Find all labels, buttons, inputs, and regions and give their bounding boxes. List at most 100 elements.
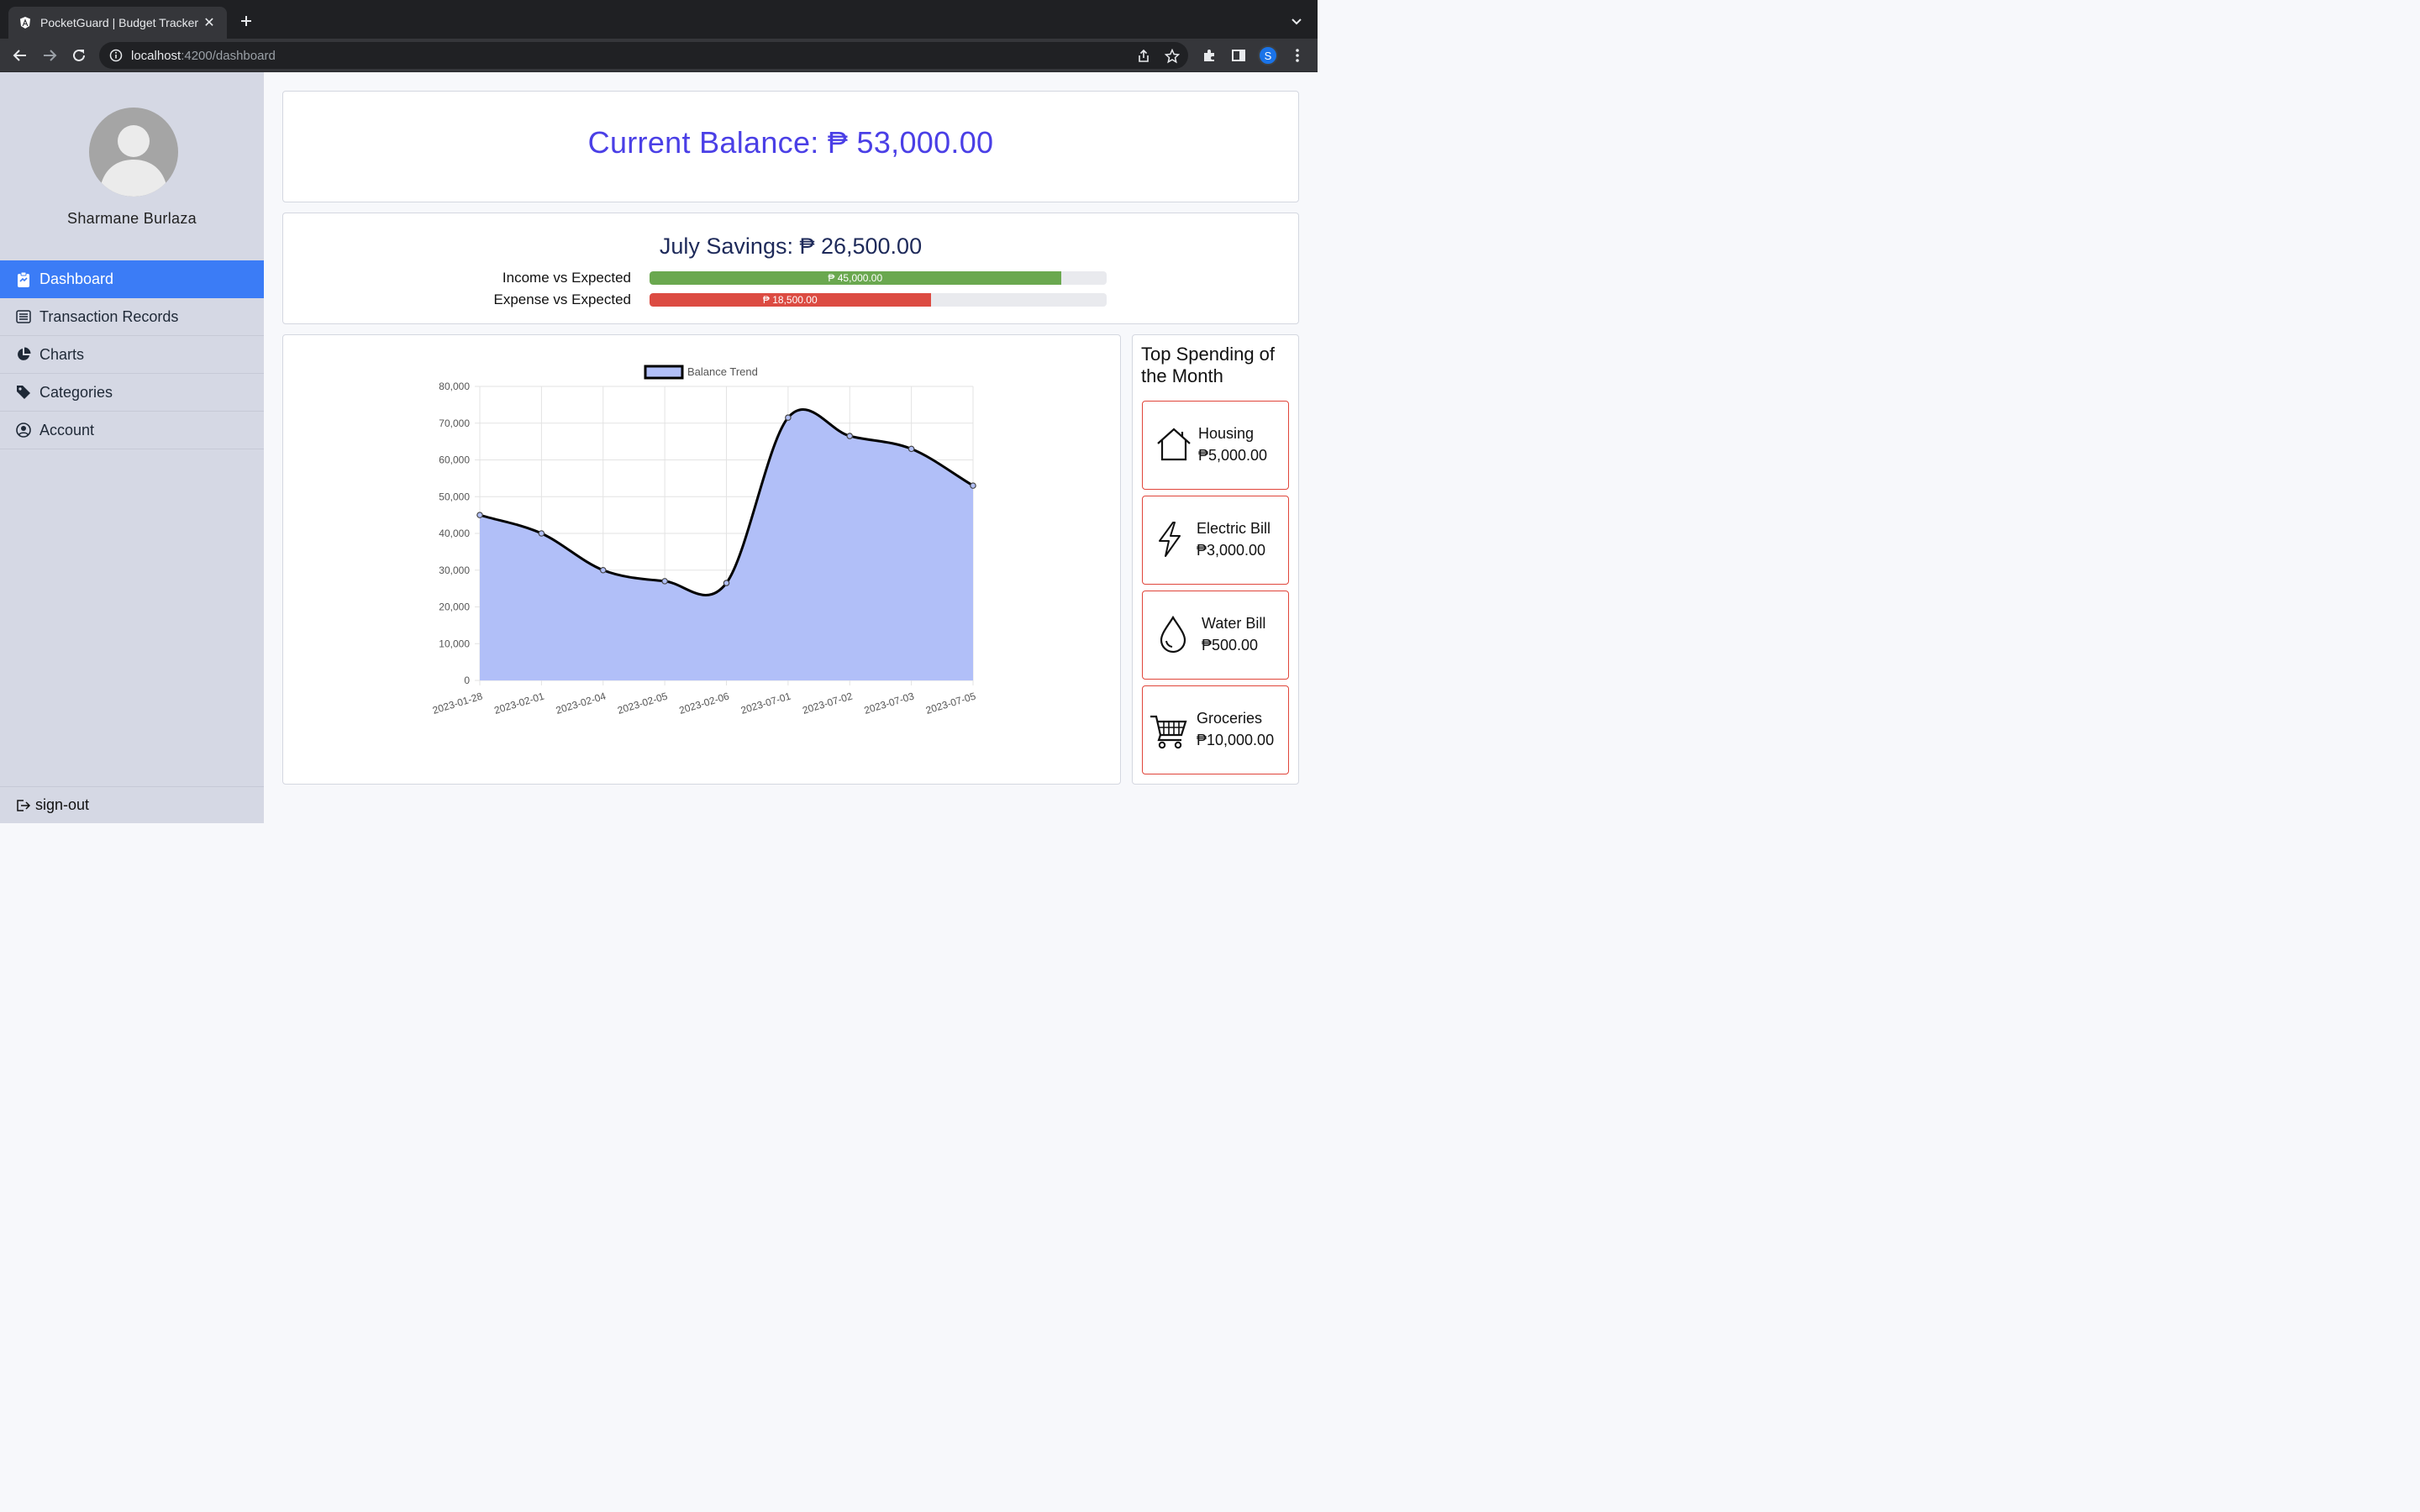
user-avatar-icon (89, 108, 178, 197)
spending-item-groceries[interactable]: Groceries ₱10,000.00 (1142, 685, 1289, 774)
y-tick-label: 70,000 (439, 417, 470, 429)
site-info-icon[interactable] (109, 49, 123, 62)
current-balance: Current Balance: ₱ 53,000.00 (587, 125, 994, 160)
income-progress-fill: ₱ 45,000.00 (650, 271, 1061, 285)
spending-item-housing[interactable]: Housing ₱5,000.00 (1142, 401, 1289, 490)
x-tick-label: 2023-07-02 (801, 690, 854, 716)
balance-trend-chart-card: 0 10,000 20,000 30,000 40,000 50,000 60,000 70,… (282, 334, 1121, 785)
pie-chart-icon (15, 346, 32, 363)
spending-amount: ₱10,000.00 (1197, 732, 1275, 748)
forward-icon[interactable] (39, 45, 60, 66)
sidebar-item-label: Categories (39, 383, 113, 401)
spending-amount: ₱500.00 (1202, 637, 1259, 654)
new-tab-icon[interactable] (237, 12, 255, 30)
x-tick-label: 2023-02-06 (678, 690, 731, 716)
expense-progress-fill: ₱ 18,500.00 (650, 293, 931, 307)
y-tick-label: 80,000 (439, 381, 470, 392)
bookmark-star-icon[interactable] (1164, 48, 1181, 64)
expense-label: Expense vs Expected (493, 291, 631, 307)
data-point[interactable] (599, 566, 607, 574)
house-icon (1155, 425, 1193, 464)
spending-name: Water Bill (1202, 615, 1266, 632)
current-balance-card: Current Balance: ₱ 53,000.00 (282, 91, 1299, 202)
sidebar-item-categories[interactable]: Categories (0, 374, 264, 412)
sidebar-item-label: Dashboard (39, 270, 114, 287)
x-tick-label: 2023-02-05 (616, 690, 669, 716)
income-progress-bar: ₱ 45,000.00 (650, 271, 1107, 285)
y-tick-label: 50,000 (439, 491, 470, 502)
sign-out-icon (15, 797, 32, 814)
spending-name: Electric Bill (1197, 520, 1271, 537)
shopping-cart-icon (1150, 713, 1188, 752)
sidebar-item-label: Account (39, 421, 95, 438)
data-point[interactable] (785, 414, 792, 421)
data-point[interactable] (970, 482, 976, 489)
y-tick-label: 60,000 (439, 454, 470, 466)
top-spending-title: Top Spending of the Month (1141, 344, 1276, 386)
spending-amount: ₱5,000.00 (1198, 447, 1268, 464)
sign-out-button[interactable]: sign-out (0, 786, 264, 823)
browser-tab-bar: PocketGuard | Budget Tracker ✕ (0, 0, 1318, 39)
extensions-puzzle-icon[interactable] (1201, 47, 1218, 64)
data-point[interactable] (661, 578, 668, 585)
data-point[interactable] (908, 445, 915, 453)
sidebar-item-charts[interactable]: Charts (0, 336, 264, 374)
browser-tab[interactable]: PocketGuard | Budget Tracker ✕ (8, 7, 227, 39)
sidebar-item-label: Transaction Records (39, 307, 179, 325)
savings-card: July Savings: ₱ 26,500.00 Income vs Expe… (282, 213, 1299, 324)
x-tick-label: 2023-02-01 (492, 690, 545, 716)
share-icon[interactable] (1136, 49, 1151, 64)
x-tick-label: 2023-07-01 (739, 690, 792, 716)
y-tick-label: 20,000 (439, 601, 470, 613)
chart-legend[interactable]: Balance Trend (644, 365, 758, 380)
back-icon[interactable] (10, 45, 30, 66)
angular-favicon-icon (18, 16, 32, 29)
reload-icon[interactable] (69, 45, 89, 66)
balance-trend-chart: 0 10,000 20,000 30,000 40,000 50,000 60,000 70,… (431, 365, 977, 717)
data-point[interactable] (723, 580, 730, 586)
side-panel-icon[interactable] (1230, 47, 1247, 64)
data-point[interactable] (846, 433, 854, 439)
x-tick-label: 2023-07-03 (863, 690, 916, 716)
sidebar: Sharmane Burlaza Dashboard Transaction R… (0, 72, 264, 823)
data-point[interactable] (538, 530, 545, 537)
url-host: localhost (131, 48, 182, 63)
spending-item-water-bill[interactable]: Water Bill ₱500.00 (1142, 591, 1289, 680)
x-tick-label: 2023-07-05 (924, 690, 977, 716)
sidebar-item-transaction-records[interactable]: Transaction Records (0, 298, 264, 336)
address-bar[interactable]: localhost:4200/dashboard (99, 42, 1188, 69)
tag-icon (15, 384, 32, 401)
legend-swatch (644, 365, 684, 380)
y-tick-label: 10,000 (439, 638, 470, 649)
spending-amount: ₱3,000.00 (1197, 542, 1266, 559)
data-point[interactable] (476, 512, 483, 518)
expense-progress-bar: ₱ 18,500.00 (650, 293, 1107, 307)
legend-label: Balance Trend (687, 365, 758, 378)
sidebar-nav: Dashboard Transaction Records Charts Cat… (0, 260, 264, 449)
clipboard-icon (15, 271, 32, 288)
url-path: :4200/dashboard (181, 48, 276, 63)
sidebar-item-account[interactable]: Account (0, 412, 264, 449)
user-circle-icon (15, 422, 32, 438)
sidebar-item-dashboard[interactable]: Dashboard (0, 260, 264, 298)
spending-name: Housing (1198, 425, 1255, 442)
income-label: Income vs Expected (502, 270, 631, 286)
lightning-icon (1151, 520, 1190, 559)
y-tick-label: 40,000 (439, 528, 470, 539)
y-tick-label: 30,000 (439, 564, 470, 576)
water-drop-icon (1156, 615, 1195, 654)
y-tick-label: 0 (464, 675, 470, 686)
x-tick-label: 2023-02-04 (555, 690, 608, 716)
sidebar-item-label: Charts (39, 345, 85, 363)
browser-menu-icon[interactable] (1289, 47, 1306, 64)
tab-close-icon[interactable]: ✕ (202, 14, 217, 31)
browser-toolbar: localhost:4200/dashboard (0, 39, 1318, 72)
list-icon (15, 308, 32, 325)
profile-avatar[interactable]: S (1258, 45, 1278, 66)
top-spending-card: Top Spending of the Month Housing ₱5,000… (1132, 334, 1299, 785)
sign-out-label: sign-out (35, 796, 90, 813)
x-tick-label: 2023-01-28 (431, 690, 484, 716)
tab-title: PocketGuard | Budget Tracker (40, 16, 199, 29)
spending-item-electric-bill[interactable]: Electric Bill ₱3,000.00 (1142, 496, 1289, 585)
tab-search-chevron-icon[interactable] (1289, 13, 1304, 29)
